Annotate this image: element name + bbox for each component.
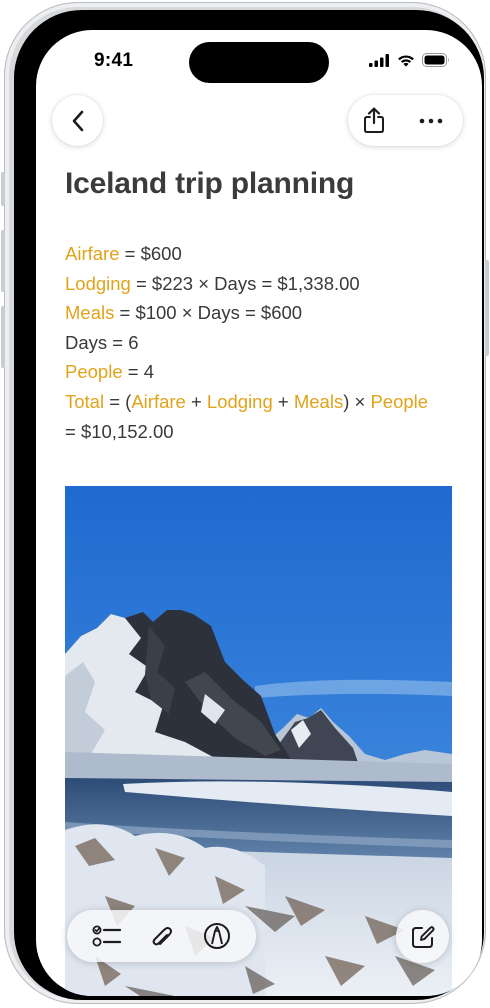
text-token: +	[185, 390, 207, 412]
text-token: ) ×	[343, 390, 371, 412]
note-line: People = 4	[65, 357, 428, 387]
back-button[interactable]	[52, 95, 103, 146]
note-actions	[348, 95, 463, 146]
note-line: Meals = $100 × Days = $600	[65, 298, 428, 328]
text-token: Days = 6	[65, 331, 139, 353]
silent-switch	[1, 172, 5, 206]
volume-up-button	[1, 230, 5, 292]
variable-token: Airfare	[131, 390, 186, 412]
ellipsis-icon[interactable]	[419, 118, 443, 124]
variable-token: Total	[65, 390, 105, 412]
markup-pen-icon[interactable]	[203, 922, 231, 950]
note-line: Lodging = $223 × Days = $1,338.00	[65, 269, 428, 299]
status-time: 9:41	[94, 50, 134, 71]
checklist-icon[interactable]	[92, 923, 122, 949]
note-line: Total = (Airfare + Lodging + Meals) × Pe…	[65, 387, 428, 417]
bottom-toolbar	[67, 910, 256, 962]
note-line: Airfare = $600	[65, 239, 428, 269]
battery-icon	[422, 53, 450, 67]
share-icon[interactable]	[363, 107, 385, 134]
paperclip-icon[interactable]	[151, 922, 173, 950]
variable-token: Lodging	[206, 390, 273, 412]
text-token: = $223 × Days = $1,338.00	[130, 272, 360, 294]
note-body[interactable]: Airfare = $600 Lodging = $223 × Days = $1…	[65, 239, 428, 446]
iphone-frame: 9:41 Iceland trip planning Airfare = $60…	[1, 2, 489, 1004]
variable-token: People	[370, 390, 429, 412]
cellular-signal-icon	[369, 53, 390, 67]
note-line: Days = 6	[65, 328, 428, 358]
text-token: = 4	[122, 361, 154, 383]
power-button	[485, 260, 489, 356]
variable-token: People	[65, 361, 123, 383]
text-token: = $600	[119, 243, 182, 264]
chevron-left-icon	[71, 110, 85, 132]
variable-token: Meals	[293, 390, 344, 412]
compose-button[interactable]	[396, 910, 449, 963]
note-line: = $10,152.00	[65, 417, 428, 447]
text-token: = (	[104, 390, 132, 412]
compose-icon	[410, 924, 436, 950]
screen: 9:41 Iceland trip planning Airfare = $60…	[36, 30, 482, 996]
dynamic-island	[189, 42, 329, 83]
status-bar: 9:41	[36, 30, 482, 88]
text-token: = $100 × Days = $600	[114, 302, 303, 324]
text-token: = $10,152.00	[65, 420, 174, 442]
variable-token: Meals	[65, 302, 115, 324]
volume-down-button	[1, 306, 5, 368]
variable-token: Lodging	[65, 272, 131, 294]
variable-token: Airfare	[65, 243, 120, 264]
text-token: +	[272, 390, 294, 412]
wifi-icon	[397, 54, 415, 67]
note-title[interactable]: Iceland trip planning	[65, 167, 354, 201]
bezel: 9:41 Iceland trip planning Airfare = $60…	[14, 10, 484, 1000]
